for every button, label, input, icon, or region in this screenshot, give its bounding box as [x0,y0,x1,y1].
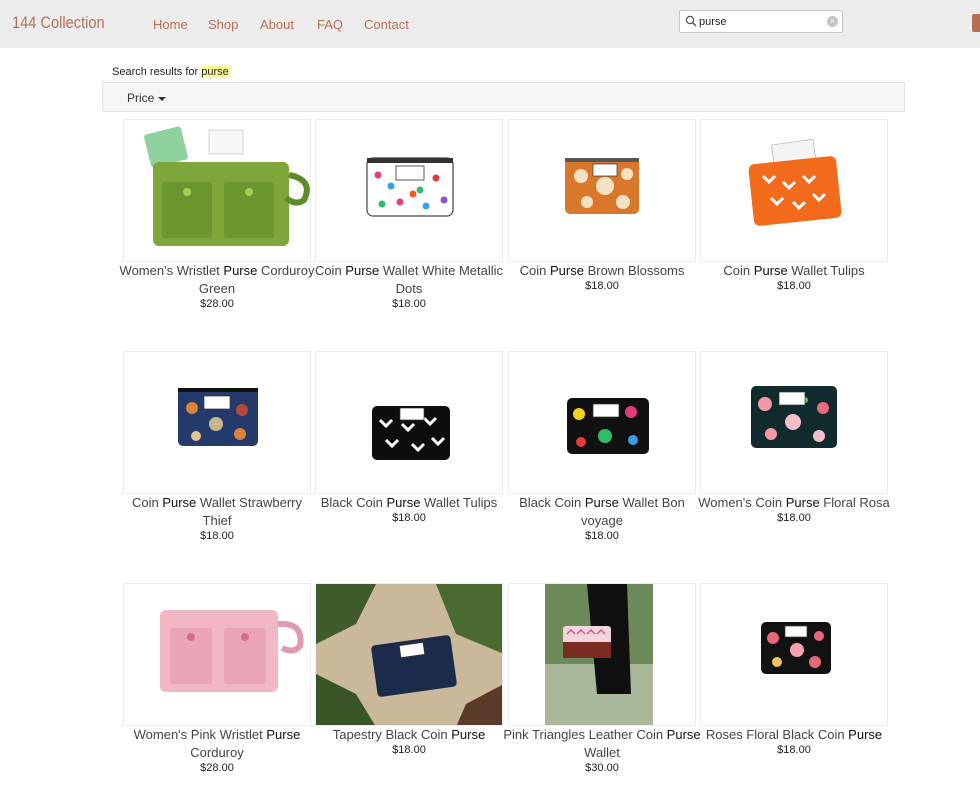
product-title[interactable]: Coin Purse Wallet Tulips [694,262,894,280]
product-price: $28.00 [200,298,234,310]
price-filter-label: Price [127,91,155,105]
product-title[interactable]: Coin Purse Brown Blossoms [502,262,702,280]
product-title[interactable]: Women's Coin Purse Floral Rosa [694,494,894,512]
product-image[interactable] [508,583,696,726]
product-price: $18.00 [777,280,811,292]
filter-bar: Price [102,82,905,112]
product-price: $18.00 [585,280,619,292]
product-image[interactable] [123,351,311,494]
product-price: $18.00 [392,744,426,756]
product-price: $30.00 [585,762,619,774]
product-title[interactable]: Roses Floral Black Coin Purse [694,726,894,744]
nav-about[interactable]: About [260,17,294,32]
product-price: $18.00 [200,530,234,542]
product-title[interactable]: Tapestry Black Coin Purse [309,726,509,744]
product-image[interactable] [700,351,888,494]
nav-shop[interactable]: Shop [208,17,238,32]
search-box: × [679,10,843,33]
caret-down-icon [158,96,167,101]
product-title[interactable]: Coin Purse Wallet White Metallic Dots [309,262,509,298]
search-input[interactable] [699,13,819,30]
product-title[interactable]: Coin Purse Wallet Strawberry Thief [117,494,317,530]
product-image[interactable] [700,583,888,726]
product-title[interactable]: Pink Triangles Leather Coin Purse Wallet [502,726,702,762]
product-title[interactable]: Black Coin Purse Wallet Bon voyage [502,494,702,530]
product-image[interactable] [123,119,311,262]
product-title[interactable]: Women's Wristlet Purse Corduroy Green [117,262,317,298]
nav-contact[interactable]: Contact [364,17,409,32]
product-image[interactable] [315,583,503,726]
results-prefix: Search results for [112,66,202,78]
product-image[interactable] [700,119,888,262]
search-icon [685,15,697,27]
product-title[interactable]: Women's Pink Wristlet Purse Corduroy [117,726,317,762]
top-navigation-bar: 144 Collection Home Shop About FAQ Conta… [0,0,980,48]
clear-search-icon[interactable]: × [827,16,838,27]
product-price: $18.00 [777,512,811,524]
product-image[interactable] [315,351,503,494]
site-logo[interactable]: 144 Collection [12,13,105,33]
product-price: $28.00 [200,762,234,774]
results-query: purse [201,66,229,78]
product-image[interactable] [123,583,311,726]
nav-faq[interactable]: FAQ [317,17,343,32]
product-price: $18.00 [392,298,426,310]
product-image[interactable] [508,119,696,262]
product-price: $18.00 [777,744,811,756]
product-image[interactable] [508,351,696,494]
price-filter-dropdown[interactable]: Price [127,91,167,105]
product-title[interactable]: Black Coin Purse Wallet Tulips [309,494,509,512]
search-results-label: Search results for purse [112,66,229,78]
nav-home[interactable]: Home [153,17,188,32]
cart-tab[interactable] [972,14,980,32]
product-price: $18.00 [585,530,619,542]
product-image[interactable] [315,119,503,262]
product-price: $18.00 [392,512,426,524]
